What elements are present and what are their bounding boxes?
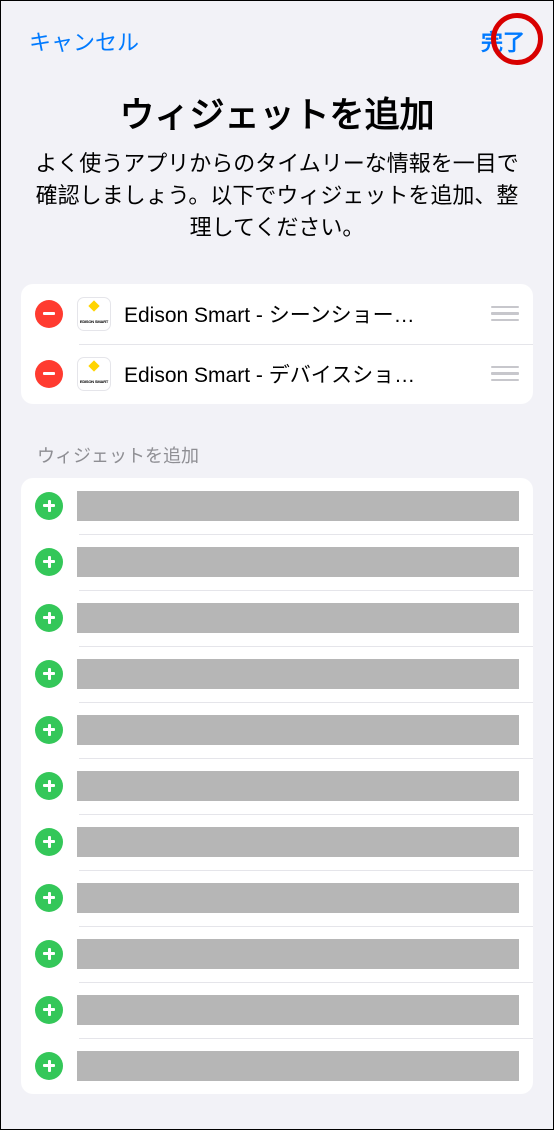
drag-handle-icon[interactable] xyxy=(491,366,519,382)
widget-placeholder xyxy=(77,603,519,633)
available-widget-row xyxy=(21,814,533,870)
add-widget-button[interactable] xyxy=(35,548,63,576)
add-widget-button[interactable] xyxy=(35,940,63,968)
add-widget-button[interactable] xyxy=(35,492,63,520)
widget-label: Edison Smart - デバイスショ… xyxy=(124,359,481,389)
add-widget-button[interactable] xyxy=(35,716,63,744)
widget-row: Edison Smart - シーンショー… xyxy=(21,284,533,344)
available-widget-row xyxy=(21,1038,533,1094)
cancel-button[interactable]: キャンセル xyxy=(29,25,139,57)
available-widget-row xyxy=(21,702,533,758)
available-widget-row xyxy=(21,646,533,702)
widget-placeholder xyxy=(77,939,519,969)
page-subtitle: よく使うアプリからのタイムリーな情報を一目で確認しましょう。以下でウィジェットを… xyxy=(31,148,523,244)
available-widget-row xyxy=(21,534,533,590)
available-widgets-list xyxy=(21,478,533,1094)
available-widget-row xyxy=(21,590,533,646)
widget-placeholder xyxy=(77,995,519,1025)
widget-placeholder xyxy=(77,659,519,689)
available-widget-row xyxy=(21,926,533,982)
widget-placeholder xyxy=(77,1051,519,1081)
title-section: ウィジェットを追加 よく使うアプリからのタイムリーな情報を一目で確認しましょう。… xyxy=(1,67,553,284)
add-widget-button[interactable] xyxy=(35,772,63,800)
remove-widget-button[interactable] xyxy=(35,360,63,388)
widget-placeholder xyxy=(77,715,519,745)
widget-placeholder xyxy=(77,771,519,801)
add-widget-button[interactable] xyxy=(35,660,63,688)
add-widget-button[interactable] xyxy=(35,996,63,1024)
widget-placeholder xyxy=(77,547,519,577)
page-title: ウィジェットを追加 xyxy=(31,87,523,138)
done-button[interactable]: 完了 xyxy=(481,25,525,57)
nav-header: キャンセル 完了 xyxy=(1,1,553,67)
add-widget-button[interactable] xyxy=(35,884,63,912)
remove-widget-button[interactable] xyxy=(35,300,63,328)
widget-placeholder xyxy=(77,491,519,521)
app-icon-edison-smart xyxy=(77,297,111,331)
minus-icon xyxy=(43,312,55,315)
widget-label: Edison Smart - シーンショー… xyxy=(124,299,481,329)
widget-placeholder xyxy=(77,883,519,913)
app-icon-edison-smart xyxy=(77,357,111,391)
available-widget-row xyxy=(21,758,533,814)
add-widget-button[interactable] xyxy=(35,604,63,632)
add-widget-button[interactable] xyxy=(35,828,63,856)
drag-handle-icon[interactable] xyxy=(491,306,519,322)
minus-icon xyxy=(43,372,55,375)
available-widget-row xyxy=(21,478,533,534)
add-widget-button[interactable] xyxy=(35,1052,63,1080)
widget-row: Edison Smart - デバイスショ… xyxy=(21,344,533,404)
section-header-add: ウィジェットを追加 xyxy=(1,404,553,478)
widget-placeholder xyxy=(77,827,519,857)
available-widget-row xyxy=(21,870,533,926)
active-widgets-list: Edison Smart - シーンショー… Edison Smart - デバ… xyxy=(21,284,533,404)
available-widget-row xyxy=(21,982,533,1038)
